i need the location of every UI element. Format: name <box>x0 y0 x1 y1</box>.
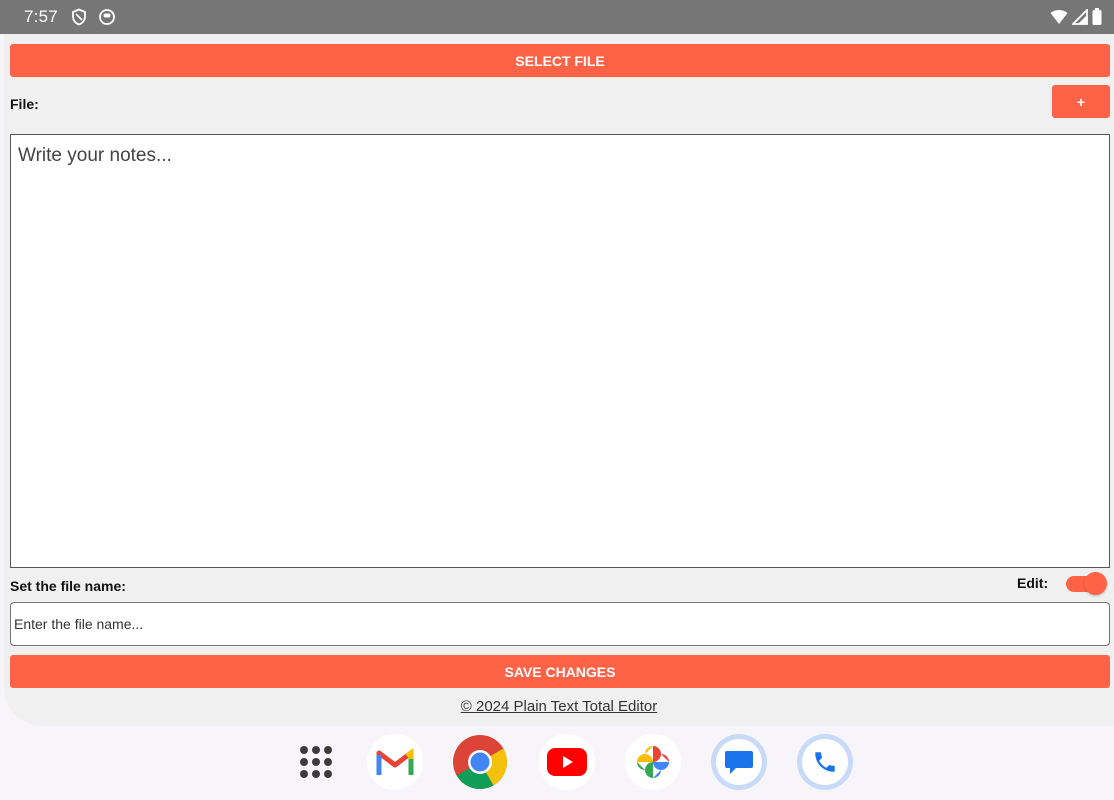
photos-icon[interactable] <box>625 734 681 790</box>
signal-icon <box>1072 8 1088 25</box>
vpn-face-icon <box>99 9 115 25</box>
edit-toggle-thumb <box>1084 572 1107 595</box>
add-file-button[interactable]: + <box>1052 85 1110 118</box>
app-dock <box>0 726 1114 800</box>
file-label: File: <box>10 96 39 112</box>
youtube-icon[interactable] <box>539 734 595 790</box>
status-right <box>1050 8 1102 25</box>
phone-icon[interactable] <box>797 734 853 790</box>
gmail-icon[interactable] <box>367 734 423 790</box>
footer-copyright[interactable]: © 2024 Plain Text Total Editor <box>4 698 1114 715</box>
filename-label: Set the file name: <box>10 578 126 594</box>
save-changes-button[interactable]: SAVE CHANGES <box>10 655 1110 688</box>
filename-input[interactable] <box>10 602 1110 646</box>
select-file-button[interactable]: SELECT FILE <box>10 44 1110 77</box>
app-drawer-icon[interactable] <box>290 736 342 788</box>
wifi-icon <box>1050 9 1068 24</box>
edit-toggle[interactable] <box>1064 572 1107 596</box>
messages-icon[interactable] <box>711 734 767 790</box>
status-bar: 7:57 <box>0 0 1114 34</box>
editor-app: SELECT FILE File: + Set the file name: E… <box>4 34 1114 726</box>
battery-icon <box>1092 8 1102 25</box>
edit-label: Edit: <box>1017 575 1049 591</box>
shield-icon <box>72 8 86 26</box>
status-time: 7:57 <box>24 7 58 26</box>
notes-textarea[interactable] <box>10 134 1110 568</box>
chrome-icon[interactable] <box>452 734 508 790</box>
